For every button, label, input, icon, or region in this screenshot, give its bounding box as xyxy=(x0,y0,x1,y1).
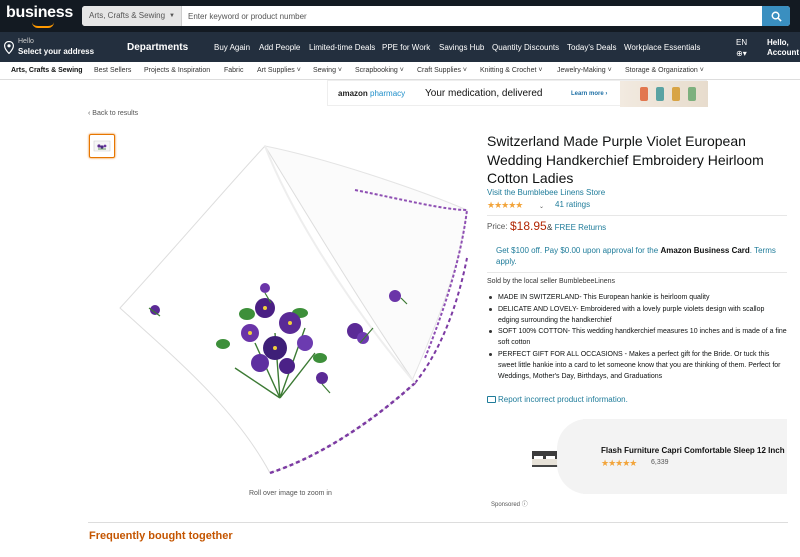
feature-bullet: DELICATE AND LOVELY- Embroidered with a … xyxy=(487,304,787,326)
back-to-results-link[interactable]: ‹ Back to results xyxy=(88,110,138,117)
logo-smile-icon xyxy=(32,22,54,28)
subnav-craft-supplies[interactable]: Craft Supplies ˅ xyxy=(417,67,467,74)
sponsored-product-title[interactable]: Flash Furniture Capri Comfortable Sleep … xyxy=(601,446,787,455)
ad-brand: amazon pharmacy xyxy=(338,89,406,98)
account-line: Account xyxy=(767,48,799,57)
language-selector[interactable]: EN xyxy=(736,38,747,47)
sponsored-rating-stars-icon: ★★★★★ xyxy=(601,458,637,468)
rating-stars-icon[interactable]: ★★★★★ xyxy=(487,200,523,211)
pill-bottle-icon xyxy=(656,87,664,101)
price-label: Price: xyxy=(487,222,508,231)
chevron-down-icon[interactable]: ⌄ xyxy=(539,203,544,210)
address-line: Select your address xyxy=(18,47,95,56)
pill-bottle-icon xyxy=(688,87,696,101)
nav-workplace-essentials[interactable]: Workplace Essentials xyxy=(624,43,700,52)
feature-bullets: MADE IN SWITZERLAND- This European hanki… xyxy=(487,292,787,382)
feature-bullet: MADE IN SWITZERLAND- This European hanki… xyxy=(487,292,787,303)
report-incorrect-info-link[interactable]: Report incorrect product information. xyxy=(487,395,628,404)
feature-bullet: SOFT 100% COTTON- This wedding handkerch… xyxy=(487,326,787,348)
pharmacy-ad-banner[interactable]: amazon pharmacy Your medication, deliver… xyxy=(327,80,708,107)
search-category-label: Arts, Crafts & Sewing xyxy=(89,11,166,20)
amazon-business-logo[interactable]: business xyxy=(6,4,73,28)
feature-bullet: PERFECT GIFT FOR ALL OCCASIONS - Makes a… xyxy=(487,349,787,382)
nav-ppe-for-work[interactable]: PPE for Work xyxy=(382,43,430,52)
nav-limited-time-deals[interactable]: Limited-time Deals xyxy=(309,43,375,52)
store-link[interactable]: Visit the Bumblebee Linens Store xyxy=(487,188,605,197)
seller-note: Sold by the local seller BumblebeeLinens xyxy=(487,278,616,285)
address-hello: Hello xyxy=(18,38,34,45)
frequently-bought-together-heading: Frequently bought together xyxy=(89,530,233,542)
pill-bottle-icon xyxy=(672,87,680,101)
search-icon xyxy=(771,11,782,22)
category-subnav: Arts, Crafts & Sewing Best Sellers Proje… xyxy=(0,62,800,80)
subnav-projects-inspiration[interactable]: Projects & Inspiration xyxy=(144,67,210,74)
nav-todays-deals[interactable]: Today's Deals xyxy=(567,43,617,52)
bed-image xyxy=(532,451,558,467)
subnav-scrapbooking[interactable]: Scrapbooking ˅ xyxy=(355,67,404,74)
ratings-count-link[interactable]: 41 ratings xyxy=(555,200,590,209)
pill-bottle-icon xyxy=(640,87,648,101)
nav-buy-again[interactable]: Buy Again xyxy=(214,43,250,52)
sponsored-rating-count: 6,339 xyxy=(651,459,669,466)
product-title: Switzerland Made Purple Violet European … xyxy=(487,133,764,186)
handkerchief-product-image[interactable] xyxy=(115,138,475,483)
account-hello: Hello, xyxy=(767,38,789,47)
subnav-jewelry-making[interactable]: Jewelry-Making ˅ xyxy=(557,67,612,74)
free-returns-link[interactable]: & FREE Returns xyxy=(547,223,606,232)
ad-product-image xyxy=(620,81,708,107)
subnav-arts-crafts-sewing[interactable]: Arts, Crafts & Sewing xyxy=(11,67,83,74)
ad-headline: Your medication, delivered xyxy=(425,88,543,99)
subnav-art-supplies[interactable]: Art Supplies ˅ xyxy=(257,67,301,74)
departments-menu[interactable]: Departments xyxy=(127,42,188,53)
sponsored-product-image xyxy=(487,419,587,494)
nav-bar: Hello Select your address Departments Bu… xyxy=(0,32,800,62)
subnav-best-sellers[interactable]: Best Sellers xyxy=(94,67,131,74)
location-pin-icon xyxy=(4,41,14,54)
subnav-sewing[interactable]: Sewing ˅ xyxy=(313,67,342,74)
ad-learn-more-link[interactable]: Learn more › xyxy=(571,91,607,97)
subnav-fabric[interactable]: Fabric xyxy=(224,67,243,74)
account-menu[interactable]: Hello, Account xyxy=(767,38,799,58)
zoom-hint: Roll over image to zoom in xyxy=(249,490,332,497)
search-input[interactable] xyxy=(182,6,762,26)
nav-add-people[interactable]: Add People xyxy=(259,43,300,52)
comment-icon xyxy=(487,396,496,403)
price-value: $18.95 xyxy=(510,219,547,233)
top-bar: business Arts, Crafts & Sewing ▼ xyxy=(0,0,800,32)
delivery-address[interactable]: Hello Select your address xyxy=(4,37,114,59)
business-card-offer[interactable]: Get $100 off. Pay $0.00 upon approval fo… xyxy=(496,245,776,267)
search-bar: Arts, Crafts & Sewing ▼ xyxy=(82,6,790,26)
caret-down-icon: ▼ xyxy=(169,13,175,19)
logo-text: business xyxy=(6,4,73,21)
sponsored-label[interactable]: Sponsored ⓘ xyxy=(491,499,528,508)
search-category-select[interactable]: Arts, Crafts & Sewing ▼ xyxy=(82,6,182,26)
subnav-knitting-crochet[interactable]: Knitting & Crochet ˅ xyxy=(480,67,542,74)
divider xyxy=(88,522,788,523)
search-button[interactable] xyxy=(762,6,790,26)
subnav-storage-organization[interactable]: Storage & Organization ˅ xyxy=(625,67,704,74)
card-curve-decoration xyxy=(557,419,587,494)
sponsored-product-card[interactable]: Flash Furniture Capri Comfortable Sleep … xyxy=(487,419,787,494)
nav-quantity-discounts[interactable]: Quantity Discounts xyxy=(492,43,559,52)
product-thumbnail[interactable] xyxy=(89,134,115,158)
nav-savings-hub[interactable]: Savings Hub xyxy=(439,43,484,52)
handkerchief-thumbnail-image xyxy=(93,140,111,152)
divider xyxy=(487,215,787,216)
divider xyxy=(487,272,787,273)
globe-icon: ⊕▾ xyxy=(736,49,747,58)
